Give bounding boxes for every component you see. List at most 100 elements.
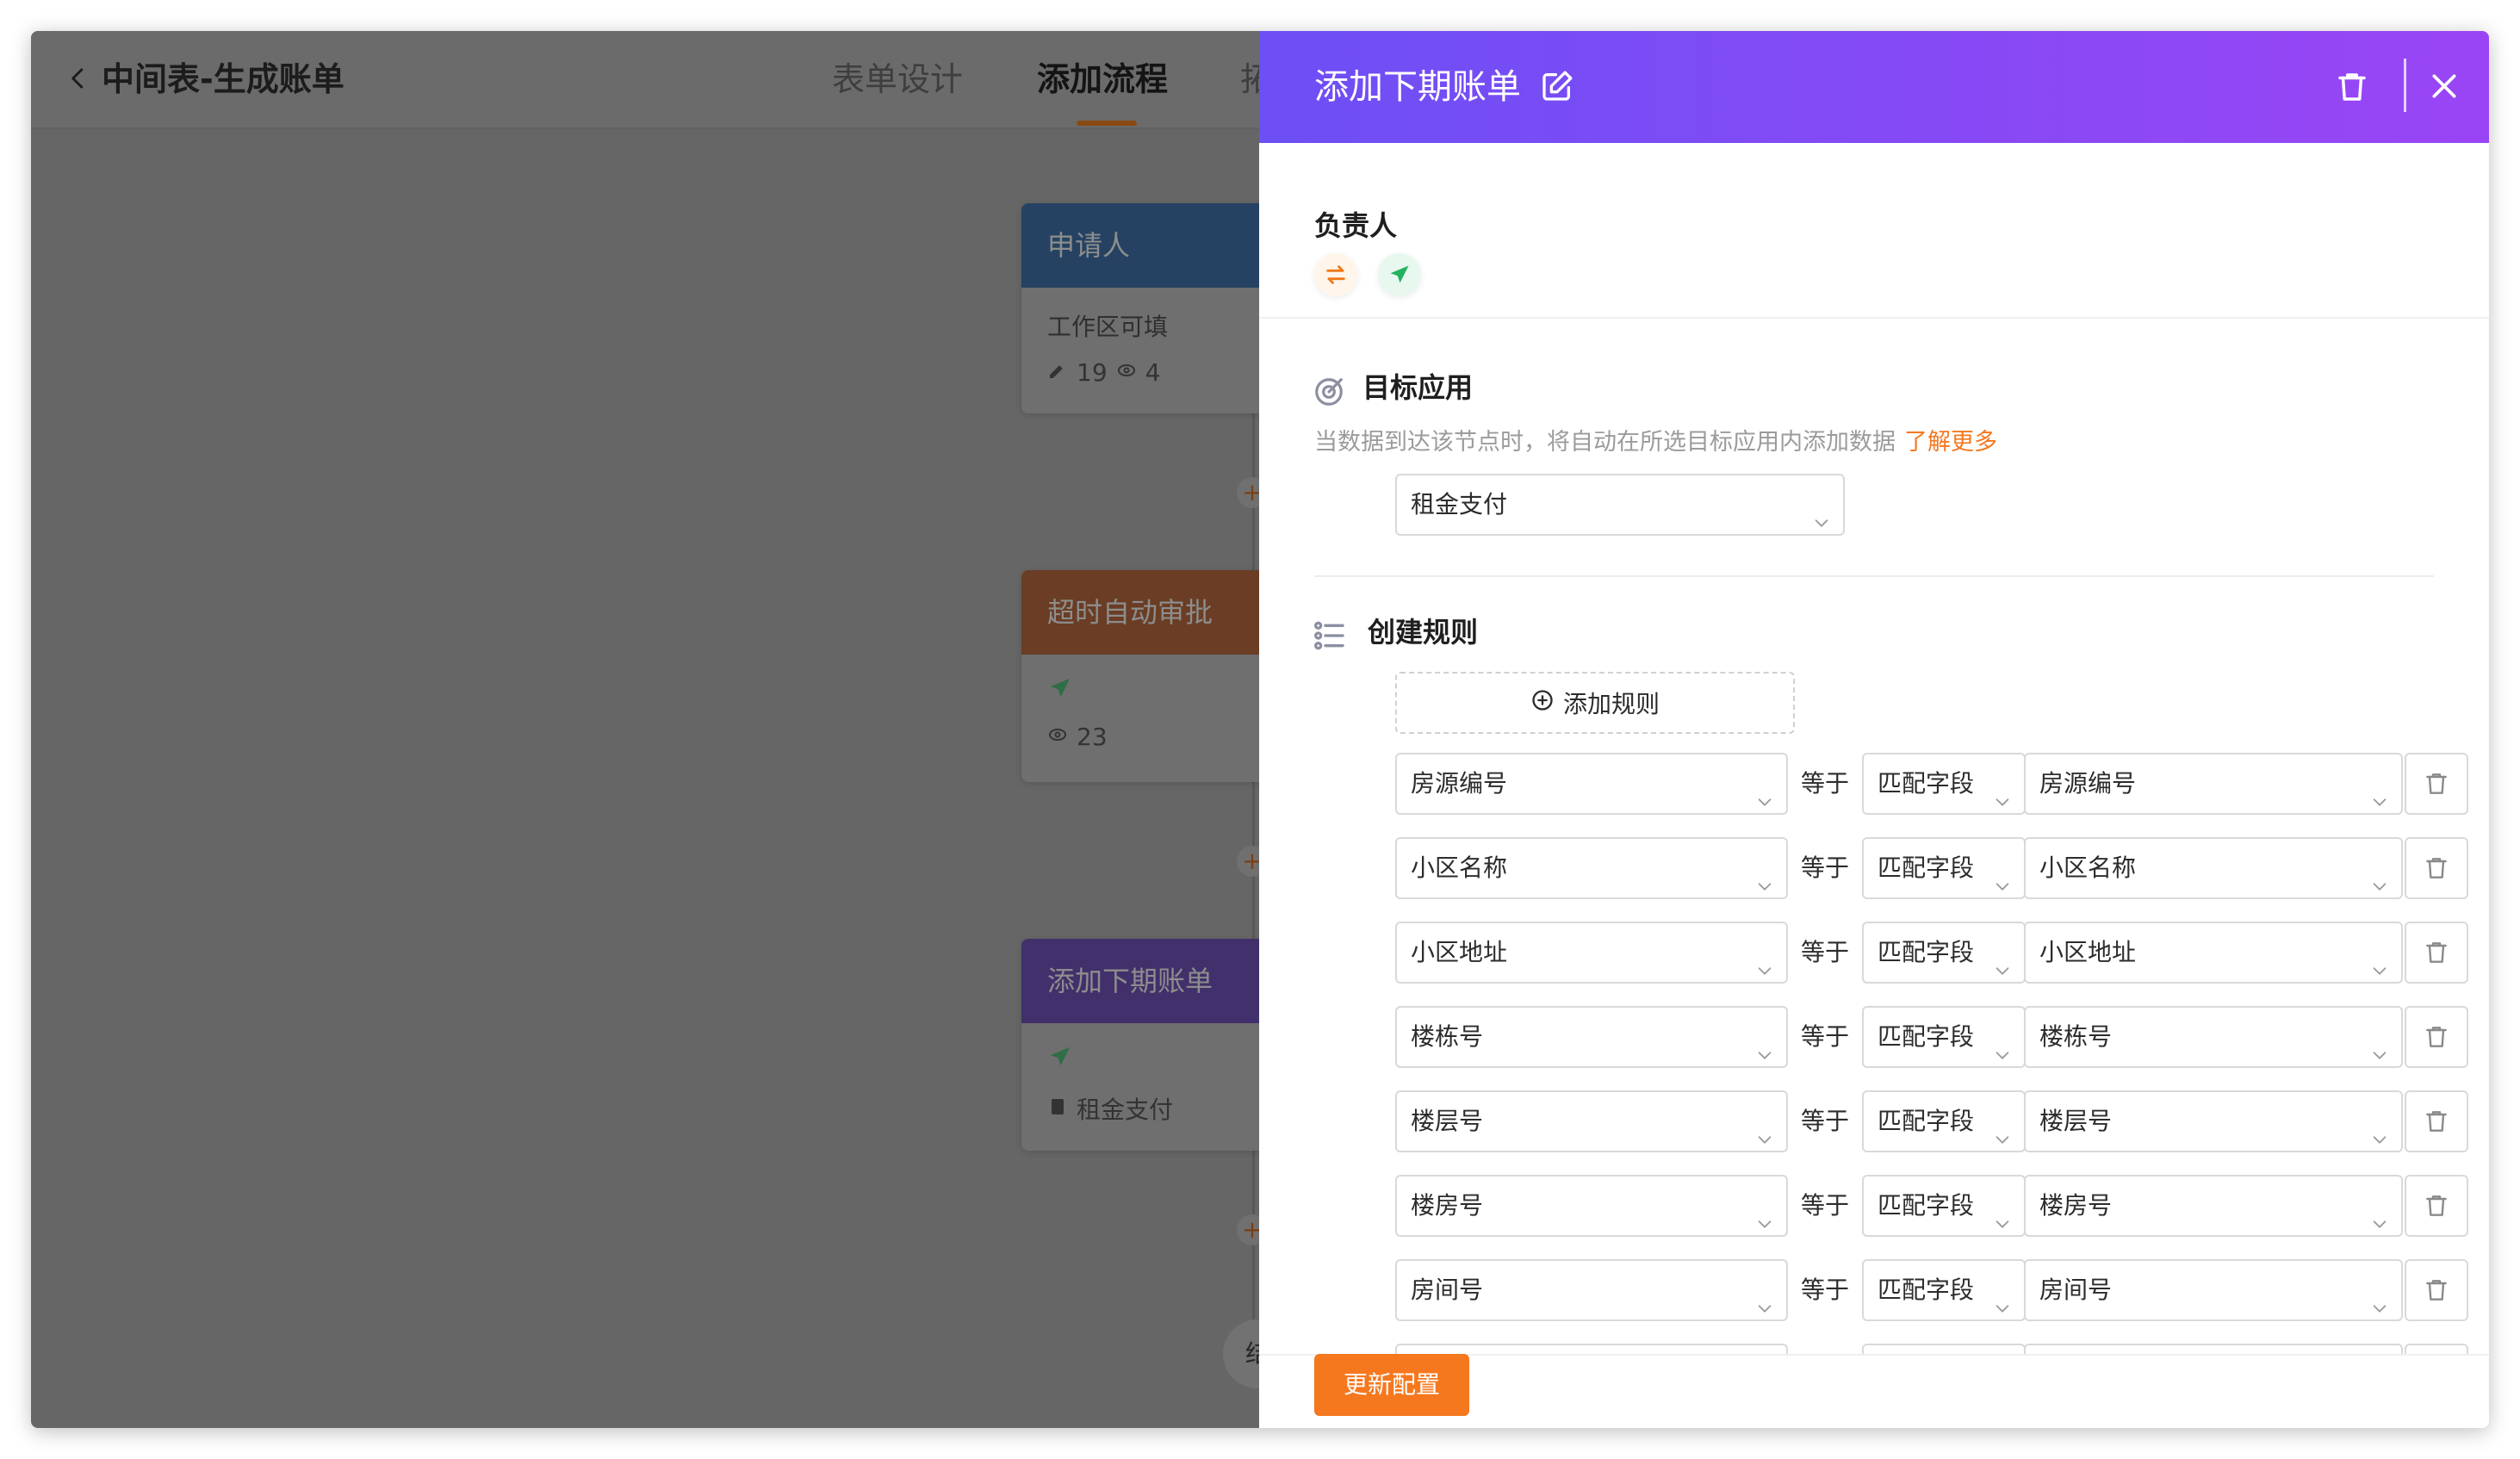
rule-source-field-select[interactable]: 面积（平方米）: [1395, 1344, 1788, 1354]
page-title: 中间表-生成账单: [102, 60, 344, 98]
rule-row: 小区名称 等于 匹配字段 小区名称: [1395, 837, 2468, 899]
rules-list-icon: [1313, 618, 1347, 653]
rule-source-field: 房间号: [1411, 1276, 1484, 1304]
chevron-down-icon: [2370, 1196, 2389, 1228]
rule-operator: 等于: [1788, 1344, 1862, 1354]
rule-operator: 等于: [1800, 769, 1849, 798]
rule-mode: 匹配字段: [1878, 854, 1975, 882]
rule-source-field: 小区地址: [1411, 938, 1508, 966]
node-subtitle: 工作区可填: [1047, 313, 1169, 341]
rule-mode: 匹配字段: [1878, 938, 1975, 966]
rule-target-field-select[interactable]: 小区名称: [2024, 837, 2403, 899]
target-description-text: 当数据到达该节点时，将自动在所选目标应用内添加数据: [1314, 429, 1896, 456]
add-rule-button[interactable]: 添加规则: [1395, 672, 1795, 734]
add-rule-label: 添加规则: [1562, 690, 1660, 718]
rule-source-field-select[interactable]: 楼层号: [1395, 1090, 1788, 1152]
trash-icon[interactable]: [2405, 1175, 2468, 1237]
rule-mode-select[interactable]: 匹配字段: [1862, 922, 2026, 984]
rule-target-field-select[interactable]: 楼房号: [2024, 1175, 2403, 1237]
chevron-down-icon: [1755, 943, 1774, 975]
edit-icon[interactable]: [1540, 69, 1574, 103]
config-drawer: 添加下期账单 负责人 目标应用 当数据到达该节点时，将自动在所选目标应用内添加数…: [1259, 31, 2489, 1428]
rule-source-field-select[interactable]: 小区地址: [1395, 922, 1788, 984]
chevron-down-icon: [1755, 1028, 1774, 1059]
rule-mode-select[interactable]: 匹配字段: [1862, 1344, 2026, 1354]
rule-mode-select[interactable]: 匹配字段: [1862, 1090, 2026, 1152]
rule-operator: 等于: [1800, 938, 1849, 966]
trash-icon[interactable]: [2405, 1344, 2468, 1354]
trash-icon[interactable]: [2405, 837, 2468, 899]
back-icon[interactable]: [57, 57, 100, 100]
rule-target-field: 楼栋号: [2039, 1022, 2113, 1051]
trash-icon[interactable]: [2405, 922, 2468, 984]
send-icon[interactable]: [1378, 253, 1421, 296]
update-config-button[interactable]: 更新配置: [1314, 1354, 1469, 1416]
rule-target-field: 房间号: [2039, 1276, 2113, 1304]
add-circle-icon: [1530, 688, 1555, 718]
rule-row: 楼层号 等于 匹配字段 楼层号: [1395, 1090, 2468, 1152]
rule-source-field: 楼房号: [1411, 1191, 1484, 1220]
create-rules-title: 创建规则: [1368, 616, 1479, 649]
rule-row: 小区地址 等于 匹配字段 小区地址: [1395, 922, 2468, 984]
tab-add-flow[interactable]: 添加流程: [1037, 55, 1168, 103]
rule-target-field-select[interactable]: 房源编号: [2024, 753, 2403, 815]
header-divider: [2404, 59, 2406, 112]
chevron-down-icon: [2370, 1281, 2389, 1313]
chevron-down-icon: [1755, 774, 1774, 806]
chevron-down-icon: [1993, 1112, 2012, 1144]
owner-label: 负责人: [1314, 209, 1398, 242]
rule-source-field-select[interactable]: 房间号: [1395, 1259, 1788, 1321]
rule-target-field-select[interactable]: 小区地址: [2024, 922, 2403, 984]
chevron-down-icon: [1755, 1196, 1774, 1228]
trash-icon[interactable]: [2405, 753, 2468, 815]
chevron-down-icon: [1755, 859, 1774, 891]
send-icon: [1047, 1046, 1073, 1076]
eye-icon: [1047, 723, 1068, 751]
rule-source-field-select[interactable]: 小区名称: [1395, 837, 1788, 899]
chevron-down-icon: [1993, 1028, 2012, 1059]
rule-mode-select[interactable]: 匹配字段: [1862, 1006, 2026, 1068]
rule-target-field: 楼房号: [2039, 1191, 2113, 1220]
chevron-down-icon: [1993, 1281, 2012, 1313]
chevron-down-icon: [2370, 1112, 2389, 1144]
rule-mode-select[interactable]: 匹配字段: [1862, 1259, 2026, 1321]
rule-source-field-select[interactable]: 楼房号: [1395, 1175, 1788, 1237]
rule-target-field-select[interactable]: 房间号: [2024, 1259, 2403, 1321]
rule-mode-select[interactable]: 匹配字段: [1862, 1175, 2026, 1237]
edit-count: 19: [1077, 358, 1108, 387]
tab-form-design[interactable]: 表单设计: [832, 55, 963, 103]
close-icon[interactable]: [2427, 69, 2461, 103]
active-tab-indicator: [1077, 121, 1137, 126]
rule-target-field: 小区地址: [2039, 938, 2137, 966]
pencil-icon: [1047, 358, 1068, 387]
rule-target-field-select[interactable]: 楼层号: [2024, 1090, 2403, 1152]
rule-row: 楼栋号 等于 匹配字段 楼栋号: [1395, 1006, 2468, 1068]
rule-source-field-select[interactable]: 房源编号: [1395, 753, 1788, 815]
chevron-down-icon: [1993, 943, 2012, 975]
trash-icon[interactable]: [2405, 1090, 2468, 1152]
rule-row: 面积（平方米）等于匹配字段面积（平方米）: [1395, 1344, 2468, 1354]
chevron-down-icon: [1993, 859, 2012, 891]
rule-row: 楼房号 等于 匹配字段 楼房号: [1395, 1175, 2468, 1237]
rule-operator: 等于: [1800, 1022, 1849, 1051]
drawer-body: 负责人 目标应用 当数据到达该节点时，将自动在所选目标应用内添加数据 了解更多 租…: [1259, 143, 2489, 1354]
learn-more-link[interactable]: 了解更多: [1904, 429, 1997, 456]
chevron-down-icon: [1755, 1112, 1774, 1144]
rule-source-field-select[interactable]: 楼栋号: [1395, 1006, 1788, 1068]
rule-target-field-select[interactable]: 面积（平方米）: [2024, 1344, 2403, 1354]
target-app-description: 当数据到达该节点时，将自动在所选目标应用内添加数据 了解更多: [1314, 425, 1997, 460]
rule-source-field: 小区名称: [1411, 854, 1508, 882]
switch-icon[interactable]: [1314, 253, 1357, 296]
target-icon: [1313, 376, 1345, 408]
section-divider: [1314, 575, 2434, 577]
trash-icon[interactable]: [2405, 1006, 2468, 1068]
rule-mode-select[interactable]: 匹配字段: [1862, 837, 2026, 899]
chevron-down-icon: [2370, 774, 2389, 806]
rule-mode-select[interactable]: 匹配字段: [1862, 753, 2026, 815]
chevron-down-icon: [2370, 943, 2389, 975]
target-app-select[interactable]: 租金支付: [1395, 474, 1845, 536]
rule-target-field-select[interactable]: 楼栋号: [2024, 1006, 2403, 1068]
send-icon: [1047, 678, 1073, 707]
trash-icon[interactable]: [2405, 1259, 2468, 1321]
delete-icon[interactable]: [2334, 69, 2370, 105]
